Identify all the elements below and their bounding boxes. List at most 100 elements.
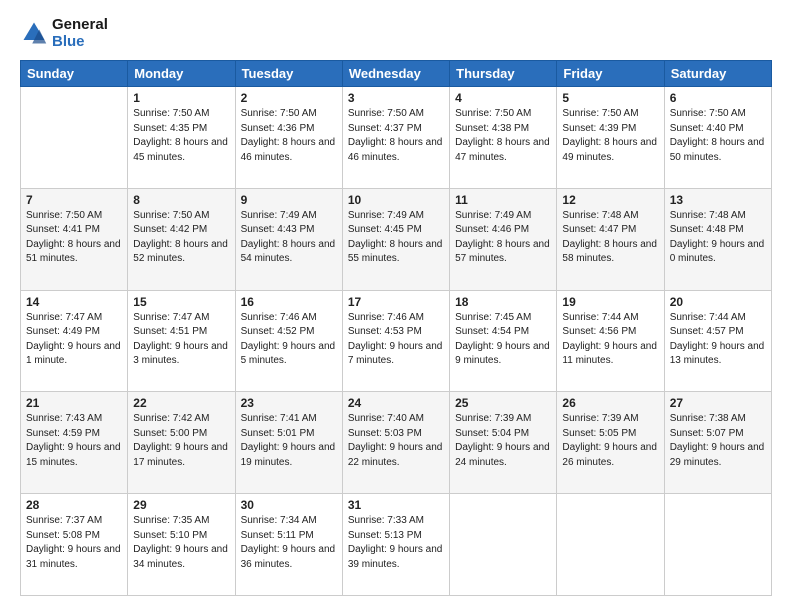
calendar-cell: 28 Sunrise: 7:37 AMSunset: 5:08 PMDayligh…: [21, 494, 128, 596]
daylight-text: Daylight: 8 hours and 51 minutes.: [26, 238, 122, 267]
daylight-text: Daylight: 8 hours and 52 minutes.: [133, 238, 229, 267]
calendar-cell: 24Sunrise: 7:40 AMSunset: 5:03 PMDayligh…: [342, 392, 449, 494]
sunrise-text: Sunrise: 7:49 AM: [241, 209, 337, 224]
calendar-cell: 5Sunrise: 7:50 AMSunset: 4:39 PMDaylight…: [557, 87, 664, 189]
daylight-text: Daylight: 8 hours and 50 minutes.: [670, 136, 766, 165]
daylight-text: Daylight: 9 hours and 3 minutes.: [133, 340, 229, 369]
sunrise-text: Sunrise: 7:44 AM: [562, 311, 658, 326]
sunset-text: Sunset: 4:53 PM: [348, 325, 444, 340]
day-number: 31: [348, 498, 444, 512]
day-header-thursday: Thursday: [450, 61, 557, 87]
day-number: 25: [455, 396, 551, 410]
sunset-text: Sunset: 5:04 PM: [455, 427, 551, 442]
sunrise-text: Sunrise: 7:41 AM: [241, 412, 337, 427]
sunrise-text: Sunrise: 7:39 AM: [455, 412, 551, 427]
sunset-text: Sunset: 4:57 PM: [670, 325, 766, 340]
calendar-cell: 14Sunrise: 7:47 AMSunset: 4:49 PMDayligh…: [21, 290, 128, 392]
daylight-text: Daylight: 9 hours and 7 minutes.: [348, 340, 444, 369]
daylight-text: Daylight: 9 hours and 0 minutes.: [670, 238, 766, 267]
calendar-cell: 3Sunrise: 7:50 AMSunset: 4:37 PMDaylight…: [342, 87, 449, 189]
sunrise-text: Sunrise: 7:49 AM: [348, 209, 444, 224]
day-number: 6: [670, 91, 766, 105]
sunrise-text: Sunrise: 7:48 AM: [670, 209, 766, 224]
sunset-text: Sunset: 4:59 PM: [26, 427, 122, 442]
daylight-text: Daylight: 9 hours and 15 minutes.: [26, 441, 122, 470]
logo: General Blue: [20, 16, 108, 50]
daylight-text: Daylight: 9 hours and 11 minutes.: [562, 340, 658, 369]
calendar-cell: 27Sunrise: 7:38 AMSunset: 5:07 PMDayligh…: [664, 392, 771, 494]
daylight-text: Daylight: 9 hours and 31 minutes.: [26, 543, 122, 572]
day-number: 11: [455, 193, 551, 207]
daylight-text: Daylight: 8 hours and 45 minutes.: [133, 136, 229, 165]
sunrise-text: Sunrise: 7:43 AM: [26, 412, 122, 427]
sunset-text: Sunset: 5:00 PM: [133, 427, 229, 442]
calendar-cell: 30Sunrise: 7:34 AMSunset: 5:11 PMDayligh…: [235, 494, 342, 596]
calendar-cell: 6Sunrise: 7:50 AMSunset: 4:40 PMDaylight…: [664, 87, 771, 189]
week-row-1: 1Sunrise: 7:50 AMSunset: 4:35 PMDaylight…: [21, 87, 772, 189]
day-number: 26: [562, 396, 658, 410]
sunset-text: Sunset: 5:11 PM: [241, 529, 337, 544]
sunset-text: Sunset: 4:45 PM: [348, 223, 444, 238]
sunset-text: Sunset: 4:49 PM: [26, 325, 122, 340]
day-number: 16: [241, 295, 337, 309]
day-number: 18: [455, 295, 551, 309]
sunset-text: Sunset: 4:54 PM: [455, 325, 551, 340]
day-header-wednesday: Wednesday: [342, 61, 449, 87]
daylight-text: Daylight: 8 hours and 47 minutes.: [455, 136, 551, 165]
calendar-cell: 29Sunrise: 7:35 AMSunset: 5:10 PMDayligh…: [128, 494, 235, 596]
day-number: 5: [562, 91, 658, 105]
week-row-5: 28Sunrise: 7:37 AMSunset: 5:08 PMDayligh…: [21, 494, 772, 596]
day-number: 12: [562, 193, 658, 207]
day-header-sunday: Sunday: [21, 61, 128, 87]
daylight-text: Daylight: 9 hours and 13 minutes.: [670, 340, 766, 369]
daylight-text: Daylight: 8 hours and 54 minutes.: [241, 238, 337, 267]
day-number: 24: [348, 396, 444, 410]
daylight-text: Daylight: 9 hours and 34 minutes.: [133, 543, 229, 572]
daylight-text: Daylight: 9 hours and 17 minutes.: [133, 441, 229, 470]
sunset-text: Sunset: 4:41 PM: [26, 223, 122, 238]
calendar-cell: 19Sunrise: 7:44 AMSunset: 4:56 PMDayligh…: [557, 290, 664, 392]
header: General Blue: [20, 16, 772, 50]
logo-icon: [20, 19, 48, 47]
daylight-text: Daylight: 8 hours and 46 minutes.: [348, 136, 444, 165]
calendar-cell: [21, 87, 128, 189]
calendar-cell: 1Sunrise: 7:50 AMSunset: 4:35 PMDaylight…: [128, 87, 235, 189]
sunset-text: Sunset: 4:37 PM: [348, 122, 444, 137]
day-number: 7: [26, 193, 122, 207]
sunset-text: Sunset: 4:38 PM: [455, 122, 551, 137]
logo-text: General Blue: [52, 16, 108, 50]
calendar-cell: 15Sunrise: 7:47 AMSunset: 4:51 PMDayligh…: [128, 290, 235, 392]
sunrise-text: Sunrise: 7:37 AM: [26, 514, 122, 529]
daylight-text: Daylight: 9 hours and 36 minutes.: [241, 543, 337, 572]
calendar-cell: 22 Sunrise: 7:42 AMSunset: 5:00 PMDayligh…: [128, 392, 235, 494]
sunset-text: Sunset: 5:05 PM: [562, 427, 658, 442]
calendar-cell: 7Sunrise: 7:50 AMSunset: 4:41 PMDaylight…: [21, 188, 128, 290]
sunset-text: Sunset: 5:03 PM: [348, 427, 444, 442]
sunset-text: Sunset: 4:36 PM: [241, 122, 337, 137]
daylight-text: Daylight: 8 hours and 55 minutes.: [348, 238, 444, 267]
sunset-text: Sunset: 5:01 PM: [241, 427, 337, 442]
sunrise-text: Sunrise: 7:50 AM: [133, 209, 229, 224]
sunrise-text: Sunrise: 7:42 AM: [133, 412, 229, 427]
daylight-text: Daylight: 9 hours and 29 minutes.: [670, 441, 766, 470]
daylight-text: Daylight: 9 hours and 24 minutes.: [455, 441, 551, 470]
sunrise-text: Sunrise: 7:44 AM: [670, 311, 766, 326]
calendar-cell: 11Sunrise: 7:49 AMSunset: 4:46 PMDayligh…: [450, 188, 557, 290]
calendar-cell: 26Sunrise: 7:39 AMSunset: 5:05 PMDayligh…: [557, 392, 664, 494]
day-number: 15: [133, 295, 229, 309]
day-number: 28: [26, 498, 122, 512]
sunrise-text: Sunrise: 7:50 AM: [133, 107, 229, 122]
sunset-text: Sunset: 4:51 PM: [133, 325, 229, 340]
day-number: 20: [670, 295, 766, 309]
calendar-cell: 17Sunrise: 7:46 AMSunset: 4:53 PMDayligh…: [342, 290, 449, 392]
day-number: 22: [133, 396, 229, 410]
calendar-cell: 31Sunrise: 7:33 AMSunset: 5:13 PMDayligh…: [342, 494, 449, 596]
daylight-text: Daylight: 9 hours and 26 minutes.: [562, 441, 658, 470]
sunset-text: Sunset: 5:08 PM: [26, 529, 122, 544]
calendar-table: SundayMondayTuesdayWednesdayThursdayFrid…: [20, 60, 772, 596]
daylight-text: Daylight: 9 hours and 22 minutes.: [348, 441, 444, 470]
sunrise-text: Sunrise: 7:50 AM: [348, 107, 444, 122]
day-number: 8: [133, 193, 229, 207]
sunrise-text: Sunrise: 7:50 AM: [241, 107, 337, 122]
daylight-text: Daylight: 8 hours and 57 minutes.: [455, 238, 551, 267]
